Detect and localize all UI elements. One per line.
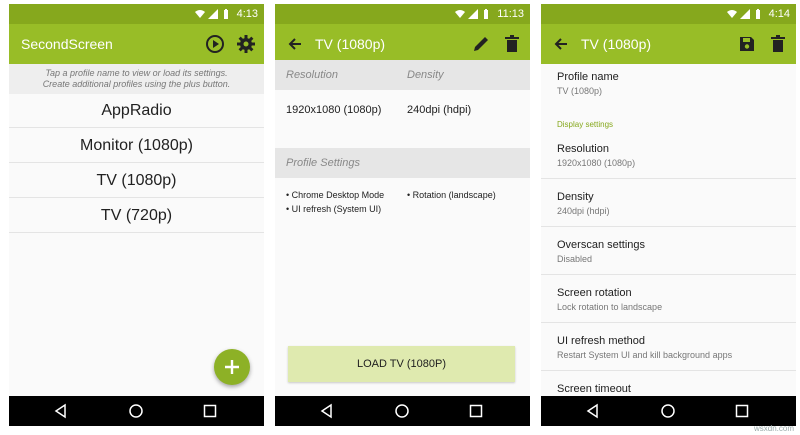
category-display-settings: Display settings — [557, 120, 614, 129]
battery-icon — [755, 9, 760, 19]
status-bar: 4:14 — [541, 4, 796, 24]
app-title: SecondScreen — [21, 36, 113, 52]
page-title: TV (1080p) — [581, 36, 652, 52]
pencil-icon[interactable] — [471, 34, 491, 54]
app-bar: SecondScreen — [9, 24, 264, 64]
status-bar: 11:13 — [275, 4, 530, 24]
wifi-icon — [194, 10, 205, 18]
home-nav-icon[interactable] — [660, 403, 676, 419]
profile-item-appradio[interactable]: AppRadio — [9, 93, 264, 128]
divider — [541, 178, 796, 179]
setting-title: UI refresh method — [557, 335, 646, 347]
setting-chrome-desktop: • Chrome Desktop Mode — [286, 190, 385, 200]
resolution-value: 1920x1080 (1080p) — [286, 104, 382, 116]
setting-title: Profile name — [557, 71, 619, 83]
wifi-icon — [455, 10, 466, 18]
add-profile-button[interactable] — [214, 349, 250, 385]
nav-bar — [541, 396, 796, 426]
watermark: wsxdn.com — [753, 424, 794, 433]
settings-list-right: • Rotation (landscape) — [407, 188, 496, 202]
hint-line-1: Tap a profile name to view or load its s… — [45, 68, 228, 78]
profile-item-monitor-1080p[interactable]: Monitor (1080p) — [9, 128, 264, 163]
setting-summary: Lock rotation to landscape — [557, 302, 663, 312]
recents-nav-icon[interactable] — [734, 403, 750, 419]
wifi-icon — [726, 10, 737, 18]
settings-list-left: • Chrome Desktop Mode • UI refresh (Syst… — [286, 188, 384, 216]
density-header: Density — [407, 69, 444, 81]
density-value: 240dpi (hdpi) — [407, 104, 472, 116]
setting-title: Screen rotation — [557, 287, 632, 299]
setting-profile-name[interactable]: Profile name TV (1080p) — [557, 71, 782, 97]
phone-screen-profiles: 4:13 SecondScreen Tap a profile name to … — [9, 4, 264, 426]
summary-header: Resolution Density — [275, 60, 530, 90]
home-nav-icon[interactable] — [394, 403, 410, 419]
setting-summary: Restart System UI and kill background ap… — [557, 350, 733, 360]
divider — [541, 322, 796, 323]
back-nav-icon[interactable] — [53, 403, 69, 419]
hint-banner: Tap a profile name to view or load its s… — [9, 64, 264, 94]
nav-bar — [9, 396, 264, 426]
status-time: 11:13 — [497, 8, 524, 20]
phone-screen-profile-summary: 11:13 TV (1080p) Resolution Density 1920… — [275, 4, 530, 426]
app-bar: TV (1080p) — [541, 24, 796, 64]
setting-ui-refresh: • UI refresh (System UI) — [286, 204, 382, 214]
recents-nav-icon[interactable] — [468, 403, 484, 419]
recents-nav-icon[interactable] — [202, 403, 218, 419]
setting-summary: Disabled — [557, 254, 593, 264]
setting-title: Resolution — [557, 143, 609, 155]
setting-summary: TV (1080p) — [557, 86, 603, 96]
status-time: 4:14 — [768, 8, 790, 20]
gear-icon[interactable] — [236, 34, 256, 54]
back-arrow-icon[interactable] — [551, 34, 571, 54]
nav-bar — [275, 396, 530, 426]
resolution-header: Resolution — [286, 69, 338, 81]
load-profile-button[interactable]: LOAD TV (1080P) — [288, 346, 515, 382]
page-title: TV (1080p) — [315, 36, 386, 52]
signal-icon — [739, 9, 750, 19]
setting-resolution[interactable]: Resolution 1920x1080 (1080p) — [557, 143, 782, 169]
signal-icon — [468, 9, 479, 19]
setting-overscan[interactable]: Overscan settings Disabled — [557, 239, 782, 265]
setting-title: Overscan settings — [557, 239, 646, 251]
setting-title: Density — [557, 191, 594, 203]
battery-icon — [223, 9, 228, 19]
setting-rotation: • Rotation (landscape) — [407, 190, 496, 200]
profile-item-tv-720p[interactable]: TV (720p) — [9, 198, 264, 233]
home-nav-icon[interactable] — [128, 403, 144, 419]
back-nav-icon[interactable] — [585, 403, 601, 419]
play-circle-icon[interactable] — [205, 34, 225, 54]
phone-screen-profile-edit: 4:14 TV (1080p) Profile name TV (1080p) … — [541, 4, 796, 426]
back-arrow-icon[interactable] — [285, 34, 305, 54]
signal-icon — [207, 9, 218, 19]
status-time: 4:13 — [236, 8, 258, 20]
setting-screen-rotation[interactable]: Screen rotation Lock rotation to landsca… — [557, 287, 782, 313]
profile-item-tv-1080p[interactable]: TV (1080p) — [9, 163, 264, 198]
app-bar: TV (1080p) — [275, 24, 530, 64]
profile-settings-title: Profile Settings — [286, 157, 360, 169]
battery-icon — [484, 9, 489, 19]
divider — [541, 226, 796, 227]
trash-icon[interactable] — [502, 34, 522, 54]
setting-title: Screen timeout — [557, 383, 631, 395]
setting-ui-refresh-method[interactable]: UI refresh method Restart System UI and … — [557, 335, 782, 361]
setting-summary: 1920x1080 (1080p) — [557, 158, 636, 168]
setting-summary: 240dpi (hdpi) — [557, 206, 610, 216]
divider — [541, 274, 796, 275]
setting-screen-timeout[interactable]: Screen timeout — [557, 383, 782, 396]
status-bar: 4:13 — [9, 4, 264, 24]
back-nav-icon[interactable] — [319, 403, 335, 419]
hint-line-2: Create additional profiles using the plu… — [42, 79, 231, 89]
save-icon[interactable] — [737, 34, 757, 54]
plus-icon — [225, 360, 239, 374]
setting-density[interactable]: Density 240dpi (hdpi) — [557, 191, 782, 217]
divider — [541, 370, 796, 371]
profile-settings-header: Profile Settings — [275, 148, 530, 178]
trash-icon[interactable] — [768, 34, 788, 54]
